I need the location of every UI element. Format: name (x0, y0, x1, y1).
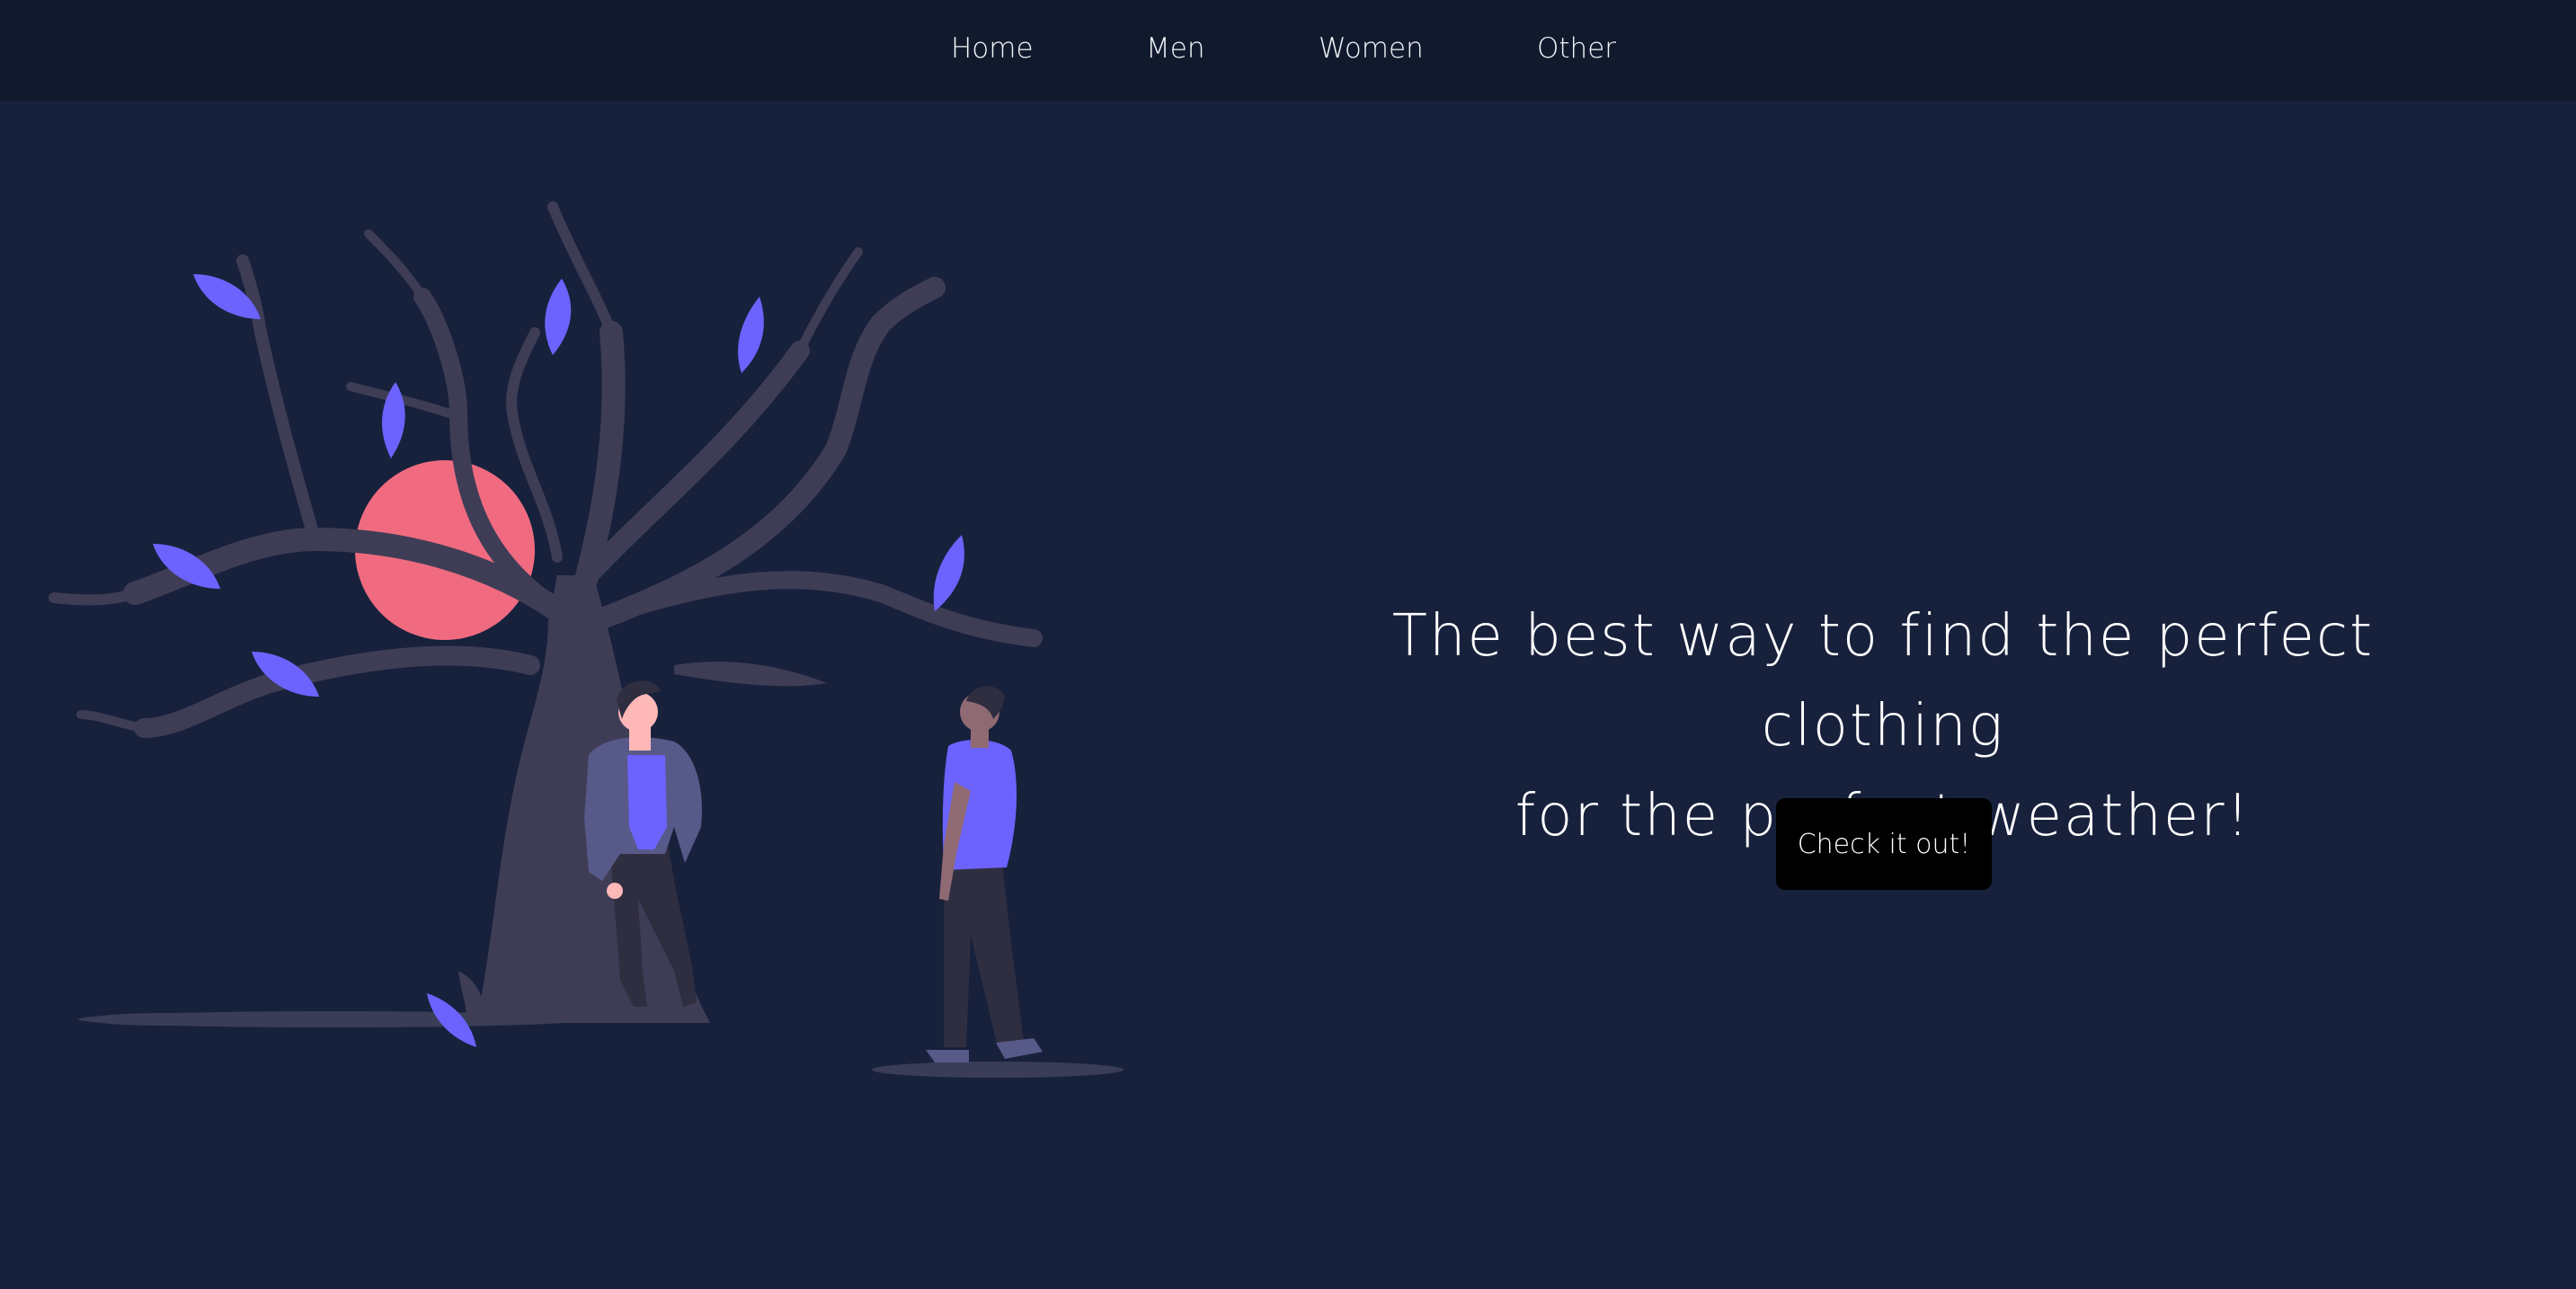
leaf (933, 535, 964, 611)
hero-headline-line1: The best way to find the perfect clothin… (1391, 603, 2375, 760)
branch-flare (674, 662, 827, 687)
small-ground-shadow (87, 1013, 245, 1026)
top-navbar: Home Men Women Other (0, 0, 2576, 101)
person-ground-shadow (872, 1062, 1124, 1078)
leaf (545, 279, 572, 355)
nav-women-link[interactable]: Women (1319, 0, 1424, 101)
nav-men-link[interactable]: Men (1146, 0, 1204, 101)
leaf (738, 297, 764, 373)
check-it-out-button[interactable]: Check it out! (1776, 798, 1992, 890)
people-under-tree-illustration (49, 201, 1124, 1078)
person-standing (926, 686, 1043, 1062)
nav-home-link[interactable]: Home (951, 0, 1034, 101)
nav-other-link[interactable]: Other (1537, 0, 1616, 101)
